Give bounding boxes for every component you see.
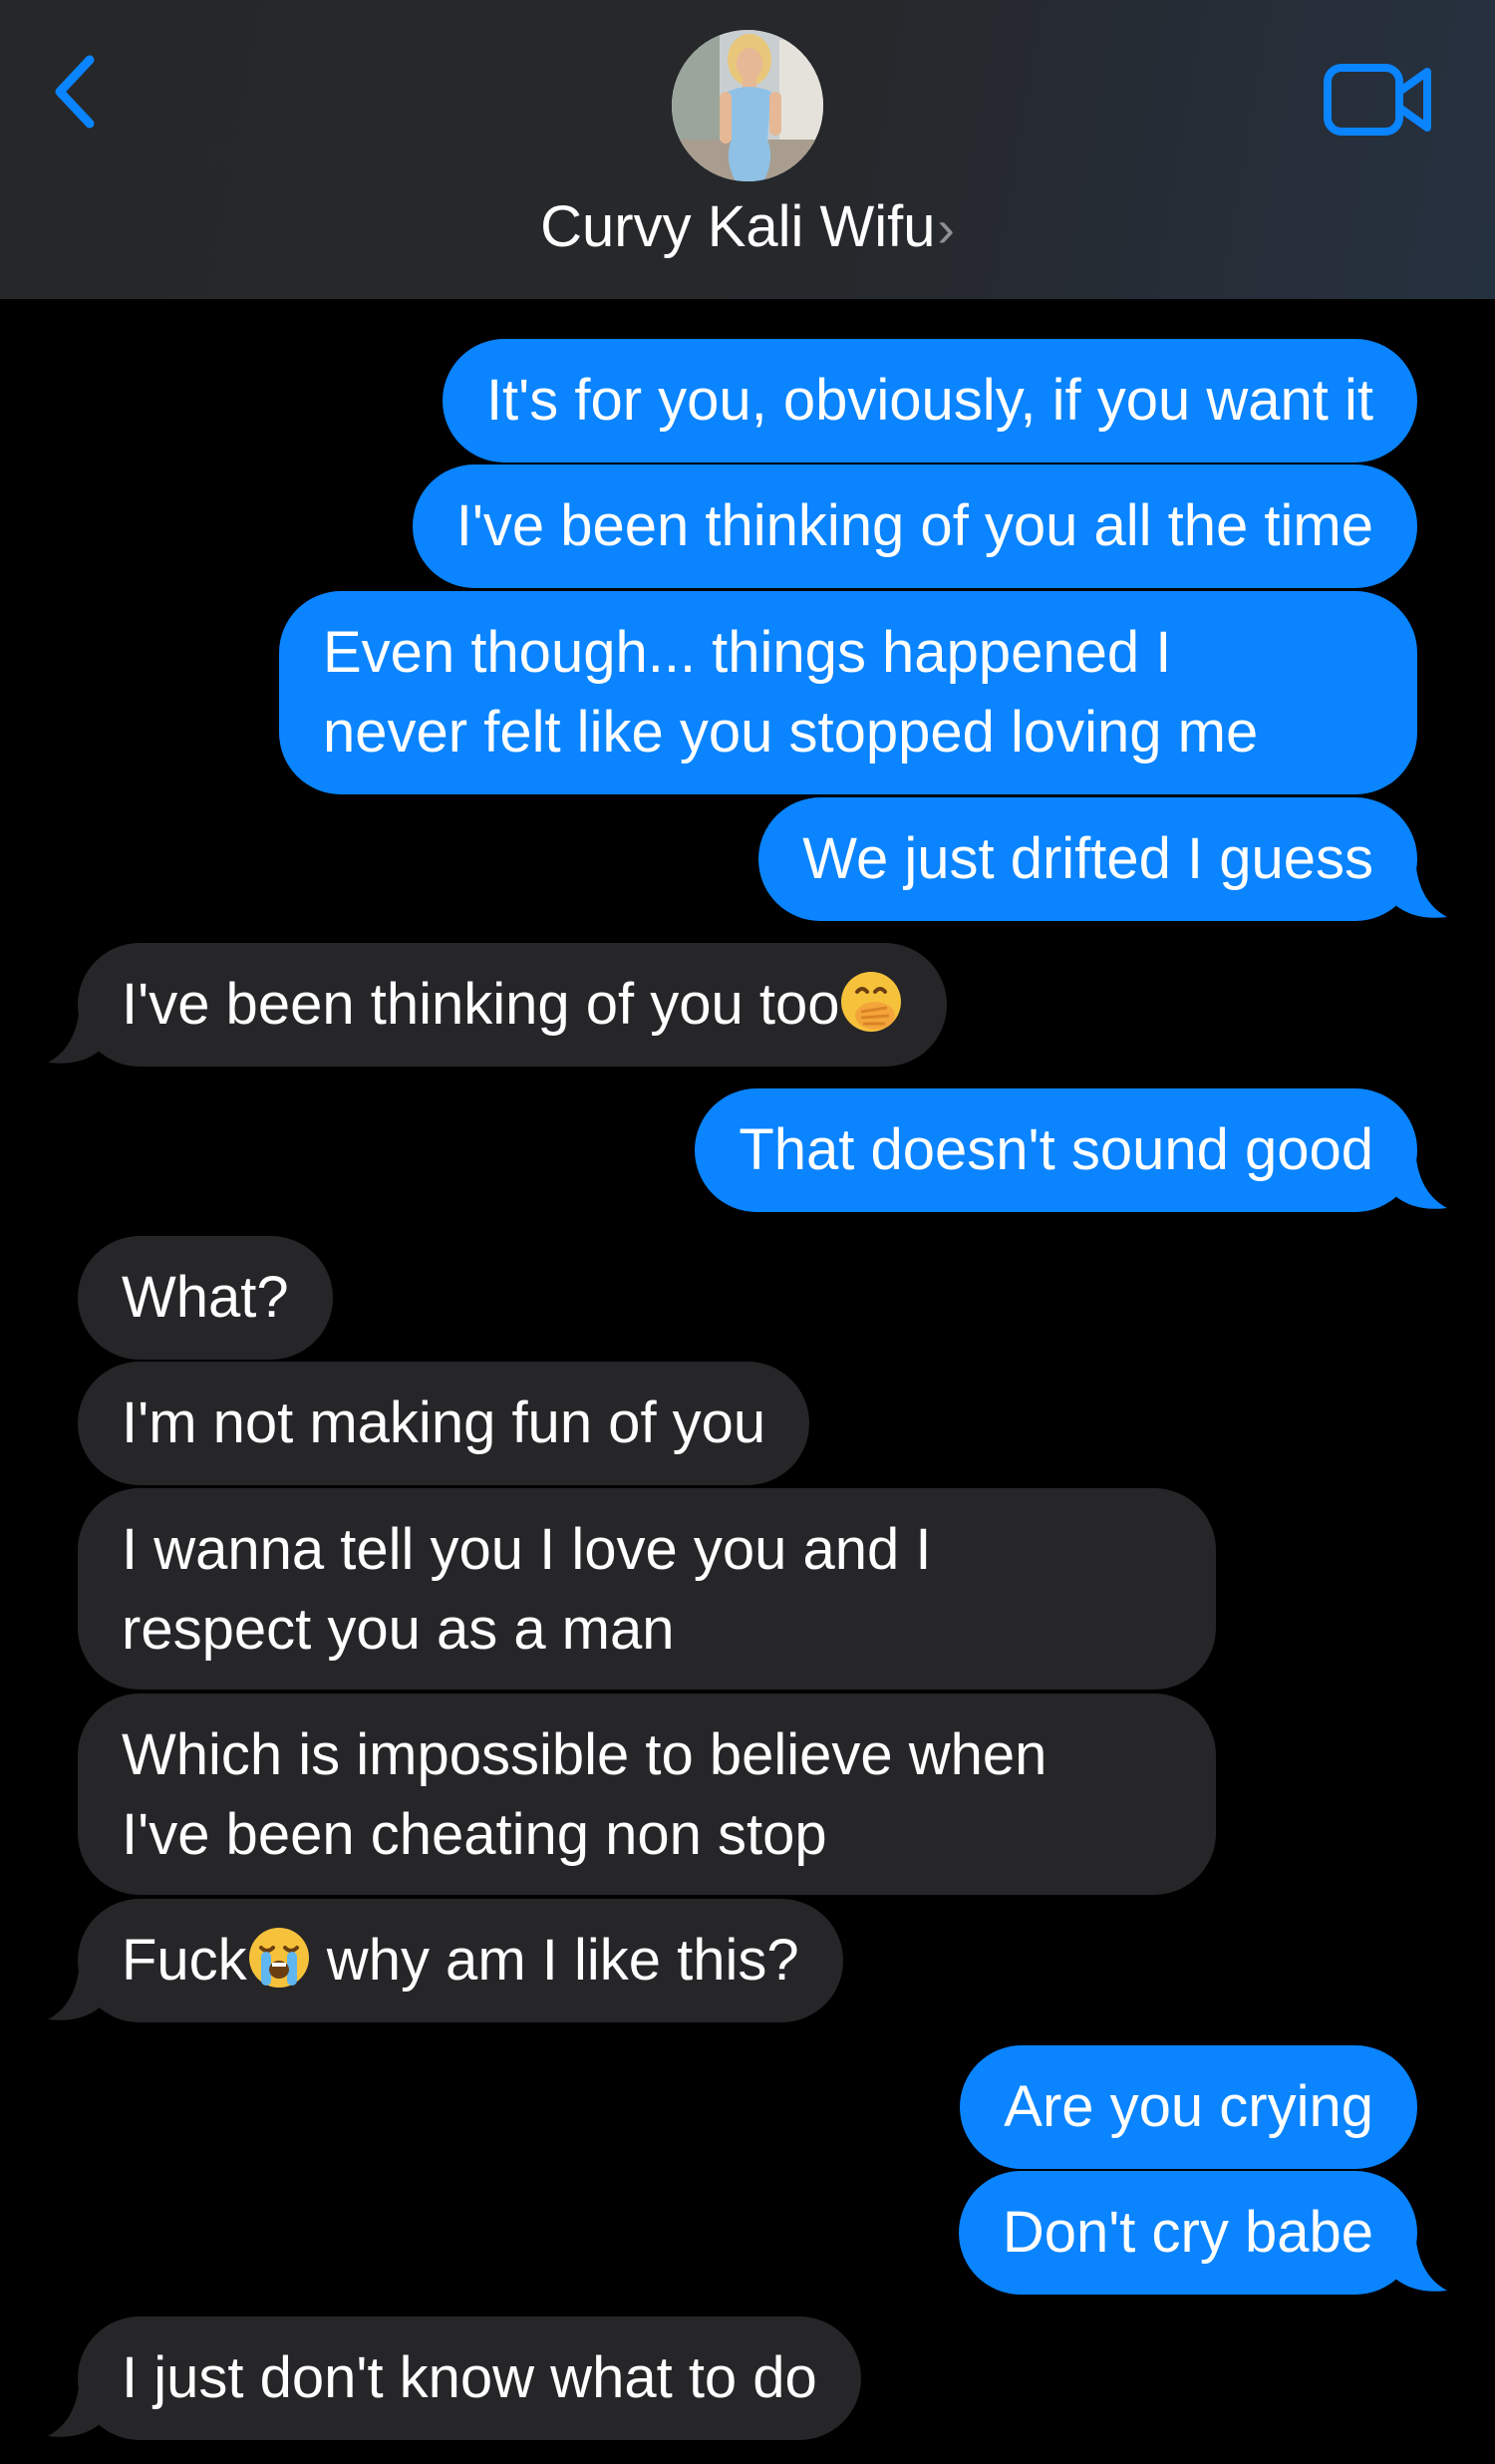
contact-name: Curvy Kali Wifu: [540, 194, 936, 259]
sent-message[interactable]: That doesn't sound good: [695, 1088, 1417, 1212]
sent-message[interactable]: I've been thinking of you all the time: [412, 464, 1417, 588]
contact-name-button[interactable]: Curvy Kali Wifu›: [0, 191, 1495, 265]
message-text: I just don't know what to do: [122, 2345, 817, 2410]
back-button[interactable]: [48, 52, 108, 132]
received-message[interactable]: Which is impossible to believe when I've…: [78, 1694, 1216, 1895]
message-line: never felt like you stopped loving me: [323, 700, 1259, 765]
sent-message[interactable]: We just drifted I guess: [758, 797, 1417, 921]
received-message[interactable]: I'm not making fun of you: [78, 1362, 810, 1485]
message-text: Don't cry babe: [1002, 2200, 1373, 2265]
received-message[interactable]: I've been thinking of you too: [78, 943, 948, 1067]
message-line: Even though... things happened I: [323, 620, 1172, 685]
received-message[interactable]: I wanna tell you I love you and I respec…: [78, 1488, 1216, 1690]
video-call-button[interactable]: [1324, 62, 1435, 138]
bubble-tail: [48, 1960, 100, 2020]
message-text: We just drifted I guess: [802, 826, 1373, 891]
bubble-tail: [1395, 2231, 1447, 2292]
sent-message[interactable]: Don't cry babe: [958, 2171, 1417, 2295]
message-text: It's for you, obviously, if you want it: [485, 368, 1373, 433]
bubble-tail: [1395, 1148, 1447, 1209]
message-text: What?: [122, 1265, 289, 1330]
sent-message[interactable]: Are you crying: [960, 2045, 1417, 2169]
message-text: why am I like this?: [310, 1928, 799, 1993]
message-line: Which is impossible to believe when: [122, 1722, 1047, 1787]
video-camera-icon: [1324, 64, 1431, 136]
chevron-right-icon: ›: [937, 200, 955, 258]
chat-header: Curvy Kali Wifu›: [0, 0, 1495, 299]
sent-message[interactable]: Even though... things happened I never f…: [279, 591, 1417, 794]
bubble-tail: [48, 1003, 100, 1064]
received-message[interactable]: Fuck why am I like this?: [78, 1899, 843, 2022]
message-line: I wanna tell you I love you and I: [122, 1517, 932, 1582]
sent-message[interactable]: It's for you, obviously, if you want it: [442, 339, 1417, 462]
message-text: Are you crying: [1004, 2074, 1373, 2139]
contact-avatar[interactable]: [672, 30, 823, 181]
avatar-photo: [672, 30, 823, 181]
message-text: That doesn't sound good: [739, 1117, 1373, 1182]
message-text: I'm not making fun of you: [122, 1390, 766, 1455]
hand-over-mouth-emoji: [839, 970, 903, 1034]
chevron-left-icon: [55, 55, 95, 129]
message-text: Fuck: [122, 1928, 247, 1993]
received-message[interactable]: I just don't know what to do: [78, 2316, 861, 2440]
received-message[interactable]: What?: [78, 1236, 333, 1360]
bubble-tail: [48, 2376, 100, 2437]
message-line: I've been cheating non stop: [122, 1802, 827, 1867]
message-line: respect you as a man: [122, 1597, 675, 1662]
loudly-crying-emoji: [247, 1926, 311, 1990]
message-text: I've been thinking of you all the time: [455, 493, 1373, 558]
message-text: I've been thinking of you too: [122, 972, 840, 1037]
bubble-tail: [1395, 857, 1447, 918]
